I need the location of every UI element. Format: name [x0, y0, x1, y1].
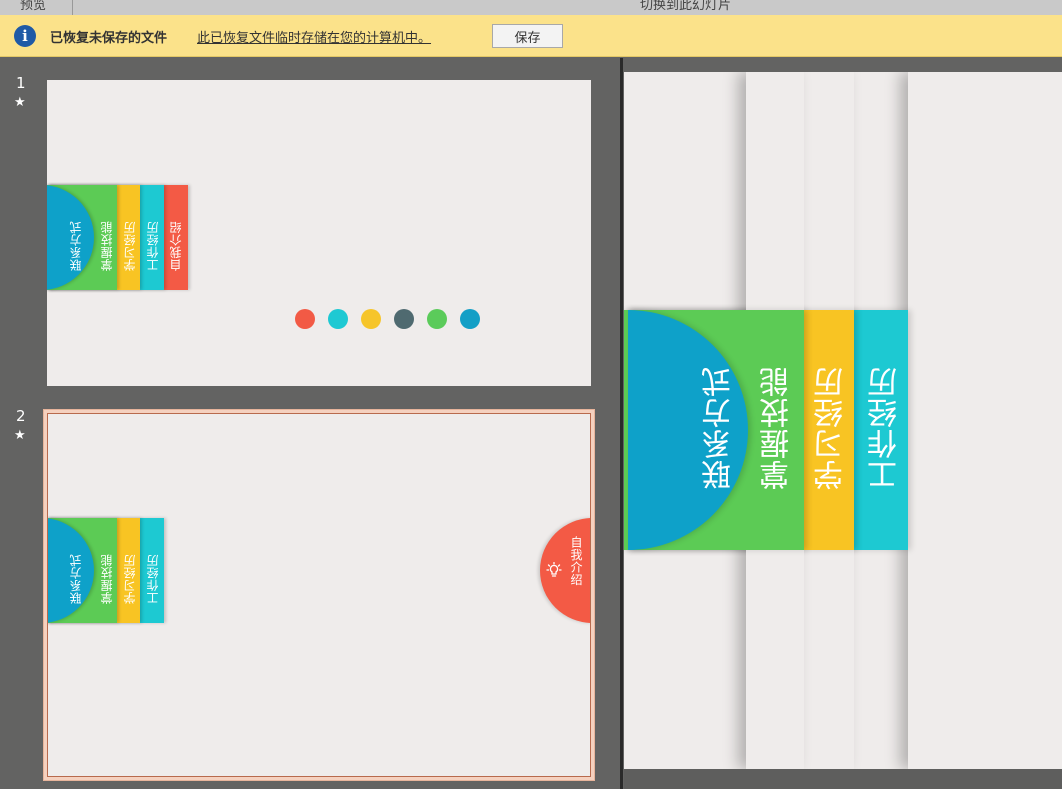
right-tab-label: 自我介绍 — [569, 536, 583, 586]
recovery-info-bar: i 已恢复未保存的文件 此已恢复文件临时存储在您的计算机中。 保存 — [0, 15, 1062, 57]
color-dot-green — [427, 309, 447, 329]
tab-label: 掌握技能 — [100, 554, 114, 604]
color-dot-cyan — [328, 309, 348, 329]
big-tab-label: 联系方式 — [702, 366, 737, 490]
tab-label: 联系方式 — [69, 221, 83, 271]
slide-thumbnail-pane[interactable]: 1 ★ 自我介绍 工作经历 学习经历 掌握技能 联系方式 2 ★ 工作经历 学习… — [0, 58, 622, 789]
color-dot-blue — [460, 309, 480, 329]
lightbulb-icon — [546, 562, 562, 577]
save-button[interactable]: 保存 — [492, 24, 563, 48]
tab-label: 自我介绍 — [169, 221, 183, 271]
big-tab-label: 学习经历 — [814, 366, 849, 490]
slide-thumbnail-2[interactable]: 工作经历 学习经历 掌握技能 联系方式 自我介绍 — [47, 413, 591, 777]
recovery-title: 已恢复未保存的文件 — [50, 31, 168, 46]
pane-splitter[interactable] — [620, 58, 623, 789]
switch-to-slide-label[interactable]: 切换到此幻灯片 — [640, 0, 731, 13]
animation-star-icon: ★ — [14, 95, 26, 110]
tab-label: 学习经历 — [123, 554, 137, 604]
preview-label: 预览 — [20, 0, 47, 13]
tab-label: 掌握技能 — [100, 221, 114, 271]
panel-edu-shadow — [854, 72, 1062, 769]
top-header-bar: 预览 切换到此幻灯片 — [0, 0, 1062, 15]
main-slide-preview[interactable]: 工作经历 学习经历 掌握技能 联系方式 — [624, 72, 1062, 769]
color-dot-yellow — [361, 309, 381, 329]
header-separator — [72, 0, 73, 15]
recovery-message-link[interactable]: 此已恢复文件临时存储在您的计算机中。 — [197, 27, 431, 46]
info-icon: i — [14, 25, 36, 47]
color-dot-slate — [394, 309, 414, 329]
slide-thumbnail-1[interactable]: 自我介绍 工作经历 学习经历 掌握技能 联系方式 — [47, 80, 591, 386]
slide-number-1: 1 — [16, 74, 26, 92]
selected-slide-frame[interactable]: 工作经历 学习经历 掌握技能 联系方式 自我介绍 — [43, 409, 595, 781]
right-tab-self-intro: 自我介绍 — [540, 518, 590, 623]
slide-number-2: 2 — [16, 407, 26, 425]
tab-label: 联系方式 — [69, 554, 83, 604]
tab-label: 学习经历 — [123, 221, 137, 271]
tab-label: 工作经历 — [146, 221, 160, 271]
preview-bottom-strip — [624, 769, 1062, 789]
big-tab-label: 掌握技能 — [760, 366, 795, 490]
animation-star-icon: ★ — [14, 428, 26, 443]
tab-label: 工作经历 — [146, 554, 160, 604]
color-dot-red — [295, 309, 315, 329]
